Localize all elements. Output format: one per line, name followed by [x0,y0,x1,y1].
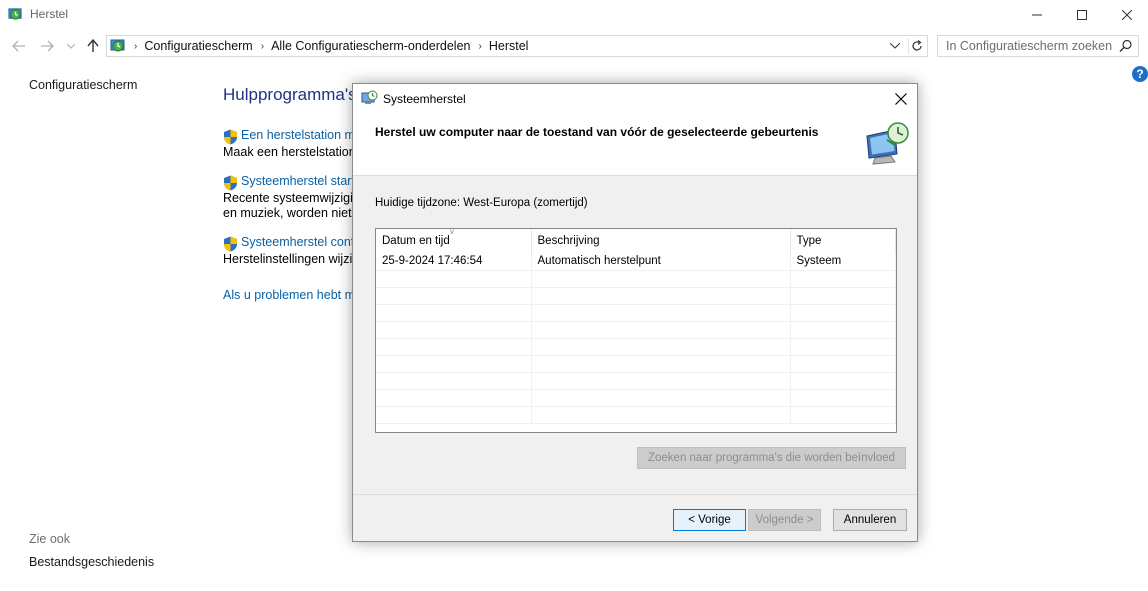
arrow-left-icon [12,40,25,52]
arrow-right-icon [41,40,54,52]
back-button[interactable] [10,37,28,55]
system-restore-dialog: Systeemherstel Herstel uw computer naar … [352,83,918,542]
timezone-label: Huidige tijdzone: West-Europa (zomertijd… [375,197,588,209]
minimize-icon [1032,14,1042,16]
system-restore-icon [361,90,378,104]
search-input[interactable]: In Configuratiescherm zoeken [937,35,1139,57]
dialog-title: Systeemherstel [383,92,466,106]
empty-row [376,304,896,322]
troubleshooting-link[interactable]: Als u problemen hebt m [223,288,355,302]
address-dropdown-button[interactable] [887,38,903,54]
address-bar[interactable]: › Configuratiescherm › Alle Configuratie… [106,35,928,57]
back-button[interactable]: < Vorige [673,509,746,531]
maximize-button[interactable] [1059,0,1105,30]
refresh-button[interactable] [908,38,924,54]
sort-indicator-icon: ∨ [449,228,455,236]
table-row[interactable]: 25-9-2024 17:46:54 Automatisch herstelpu… [376,253,896,271]
empty-row [376,270,896,288]
table-header-row: ∨ Datum en tijd Beschrijving Type [376,228,896,253]
computer-restore-icon [866,122,909,165]
file-history-link[interactable]: Bestandsgeschiedenis [29,555,154,569]
tool-description: Maak een herstelstation a [223,145,367,159]
breadcrumb-recovery[interactable]: Herstel [489,39,529,53]
empty-row [376,355,896,373]
restore-point-description: Automatisch herstelpunt [531,253,791,271]
breadcrumb-control-panel[interactable]: Configuratiescherm [144,39,252,53]
dialog-titlebar: Systeemherstel [353,84,917,114]
help-icon[interactable]: ? [1132,66,1148,82]
restore-point-type: Systeem [790,253,896,271]
breadcrumb-all-items[interactable]: Alle Configuratiescherm-onderdelen [271,39,470,53]
close-icon [895,93,907,105]
uac-shield-icon [224,129,237,145]
tool-description: Herstelinstellingen wijzig [223,252,360,266]
dialog-header: Herstel uw computer naar de toestand van… [353,114,917,176]
up-button[interactable] [84,37,102,55]
column-header-type[interactable]: Type [790,229,896,253]
dialog-close-button[interactable] [891,89,911,109]
chevron-down-icon [890,43,900,49]
chevron-right-icon: › [134,40,138,52]
dialog-instruction: Herstel uw computer naar de toestand van… [375,125,819,139]
empty-row [376,372,896,390]
close-window-button[interactable] [1104,0,1148,30]
control-panel-home-link[interactable]: Configuratiescherm [29,78,137,92]
column-header-description[interactable]: Beschrijving [531,229,791,253]
create-recovery-drive-link[interactable]: Een herstelstation ma [241,128,362,142]
tool-description: en muziek, worden niet g [223,206,362,220]
navigation-bar: › Configuratiescherm › Alle Configuratie… [0,33,1148,59]
restore-point-date: 25-9-2024 17:46:54 [376,253,532,271]
recovery-app-icon [8,8,22,20]
tool-description: Recente systeemwijziging [223,191,367,205]
uac-shield-icon [224,236,237,252]
restore-points-table[interactable]: ∨ Datum en tijd Beschrijving Type 25-9-2… [375,228,897,433]
uac-shield-icon [224,175,237,191]
configure-system-restore-link[interactable]: Systeemherstel config [241,235,364,249]
minimize-button[interactable] [1014,0,1060,30]
search-placeholder: In Configuratiescherm zoeken [946,39,1113,53]
empty-row [376,338,896,356]
next-button[interactable]: Volgende > [748,509,821,531]
chevron-down-icon [67,43,75,49]
dialog-divider [353,494,917,495]
see-also-heading: Zie ook [29,532,70,546]
empty-row [376,406,896,424]
forward-button[interactable] [38,37,56,55]
recovery-location-icon [110,39,125,52]
page-title: Hulpprogramma's [223,85,357,104]
window-titlebar: Herstel [0,0,1148,30]
column-header-date[interactable]: ∨ Datum en tijd [376,228,532,253]
search-icon[interactable] [1119,39,1133,53]
cancel-button[interactable]: Annuleren [833,509,907,531]
refresh-icon [911,40,922,51]
open-system-restore-link[interactable]: Systeemherstel starte [241,174,362,188]
recent-locations-button[interactable] [62,37,80,55]
chevron-right-icon[interactable]: › [261,41,264,52]
maximize-icon [1077,10,1087,20]
window-title: Herstel [30,7,69,21]
empty-row [376,321,896,339]
empty-row [376,389,896,407]
close-icon [1122,10,1132,20]
scan-affected-programs-button[interactable]: Zoeken naar programma's die worden beïnv… [637,447,906,469]
arrow-up-icon [87,39,99,52]
chevron-right-icon[interactable]: › [479,41,482,52]
empty-row [376,287,896,305]
